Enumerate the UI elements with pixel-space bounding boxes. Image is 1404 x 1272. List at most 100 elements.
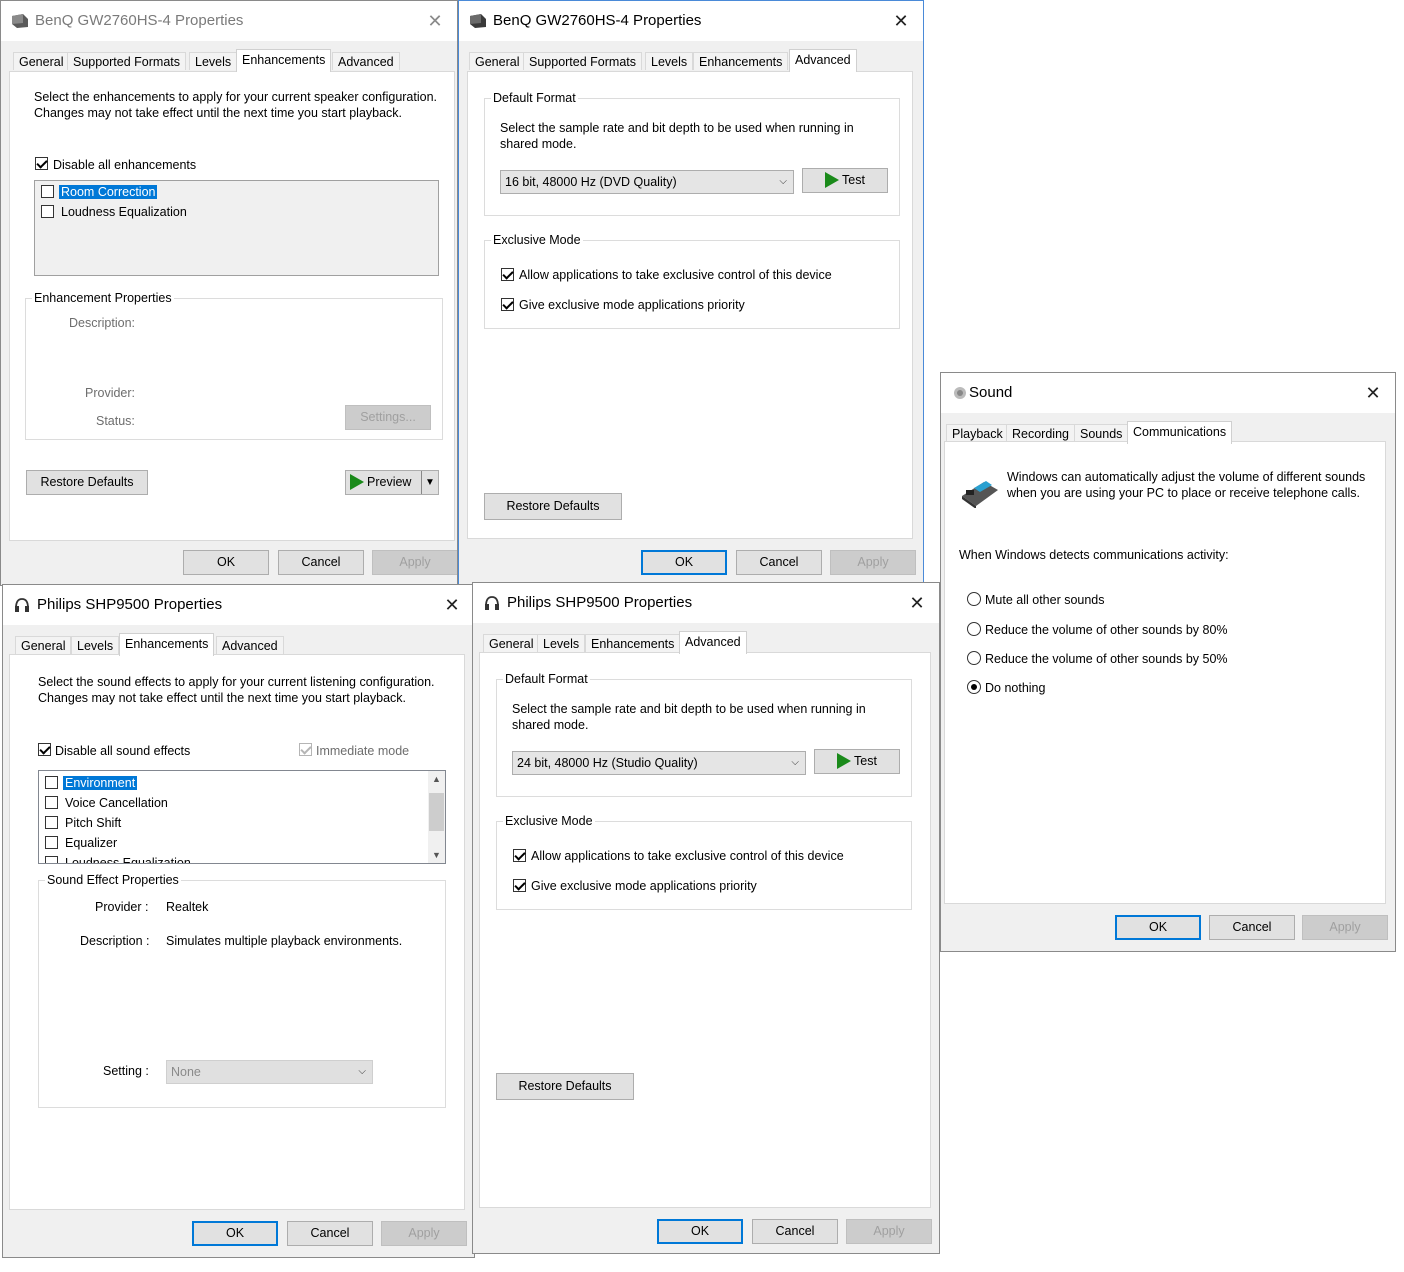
list-scrollbar[interactable]: ▲ ▼	[428, 771, 445, 863]
priority-label[interactable]: Give exclusive mode applications priorit…	[531, 878, 757, 894]
equalizer-checkbox[interactable]	[45, 836, 58, 849]
do-nothing-radio[interactable]	[967, 680, 981, 694]
tab-advanced[interactable]: Advanced	[332, 52, 400, 70]
list-item[interactable]: Loudness Equalization	[65, 855, 191, 863]
tab-levels[interactable]: Levels	[71, 636, 120, 654]
tab-general[interactable]: General	[13, 52, 70, 70]
list-item[interactable]: Environment	[63, 775, 138, 791]
setting-select[interactable]: None ⌵	[166, 1060, 373, 1084]
ok-button[interactable]: OK	[641, 550, 727, 575]
close-button[interactable]: ✕	[1359, 379, 1387, 407]
allow-exclusive-checkbox[interactable]	[501, 268, 514, 281]
effects-list[interactable]: Environment Voice Cancellation Pitch Shi…	[38, 770, 446, 864]
restore-defaults-button[interactable]: Restore Defaults	[484, 493, 622, 520]
cancel-button[interactable]: Cancel	[287, 1221, 373, 1246]
voice-cancellation-checkbox[interactable]	[45, 796, 58, 809]
tab-enhancements[interactable]: Enhancements	[236, 49, 332, 72]
apply-button[interactable]: Apply	[830, 550, 916, 575]
apply-button[interactable]: Apply	[846, 1219, 932, 1244]
tab-sounds[interactable]: Sounds	[1074, 424, 1129, 442]
scroll-down-icon[interactable]: ▼	[428, 850, 445, 860]
allow-exclusive-checkbox[interactable]	[513, 849, 526, 862]
allow-exclusive-label[interactable]: Allow applications to take exclusive con…	[519, 267, 832, 283]
cancel-button[interactable]: Cancel	[736, 550, 822, 575]
immediate-mode-label[interactable]: Immediate mode	[316, 743, 409, 759]
loudness-equalization-checkbox[interactable]	[41, 205, 54, 218]
title-bar[interactable]: Philips SHP9500 Properties ✕	[3, 585, 474, 625]
tab-enhancements[interactable]: Enhancements	[585, 634, 681, 652]
do-nothing-label[interactable]: Do nothing	[985, 680, 1045, 696]
dropdown-arrow-icon[interactable]: ▼	[421, 471, 438, 494]
disable-all-label[interactable]: Disable all enhancements	[53, 157, 196, 173]
room-correction-checkbox[interactable]	[41, 185, 54, 198]
test-button[interactable]: Test	[814, 749, 900, 774]
tab-advanced[interactable]: Advanced	[679, 631, 747, 654]
test-button[interactable]: Test	[802, 168, 888, 193]
restore-defaults-button[interactable]: Restore Defaults	[26, 470, 148, 495]
default-format-select[interactable]: 16 bit, 48000 Hz (DVD Quality) ⌵	[500, 170, 794, 194]
tab-levels[interactable]: Levels	[645, 52, 694, 70]
cancel-button[interactable]: Cancel	[1209, 915, 1295, 940]
mute-all-label[interactable]: Mute all other sounds	[985, 592, 1105, 608]
tab-enhancements[interactable]: Enhancements	[119, 633, 215, 656]
list-item[interactable]: Pitch Shift	[65, 815, 121, 831]
scroll-thumb[interactable]	[429, 793, 444, 831]
tab-general[interactable]: General	[15, 636, 72, 654]
apply-button[interactable]: Apply	[381, 1221, 467, 1246]
list-item[interactable]: Voice Cancellation	[65, 795, 168, 811]
apply-button[interactable]: Apply	[1302, 915, 1388, 940]
tab-advanced[interactable]: Advanced	[216, 636, 284, 654]
cancel-button[interactable]: Cancel	[278, 550, 364, 575]
scroll-up-icon[interactable]: ▲	[428, 774, 445, 784]
tab-general[interactable]: General	[469, 52, 526, 70]
tab-recording[interactable]: Recording	[1006, 424, 1075, 442]
close-button[interactable]: ✕	[887, 7, 915, 35]
disable-all-checkbox[interactable]	[38, 743, 51, 756]
tab-supported-formats[interactable]: Supported Formats	[523, 52, 642, 70]
close-button[interactable]: ✕	[421, 7, 449, 35]
ok-button[interactable]: OK	[1115, 915, 1201, 940]
default-format-select[interactable]: 24 bit, 48000 Hz (Studio Quality) ⌵	[512, 751, 806, 775]
tab-supported-formats[interactable]: Supported Formats	[67, 52, 186, 70]
enhancements-list[interactable]: Room Correction Loudness Equalization	[34, 180, 439, 276]
immediate-mode-checkbox[interactable]	[299, 743, 312, 756]
list-item[interactable]: Room Correction	[59, 184, 158, 200]
pitch-shift-checkbox[interactable]	[45, 816, 58, 829]
ok-button[interactable]: OK	[183, 550, 269, 575]
list-item[interactable]: Loudness Equalization	[61, 204, 187, 220]
disable-all-checkbox[interactable]	[35, 157, 48, 170]
cancel-button[interactable]: Cancel	[752, 1219, 838, 1244]
priority-label[interactable]: Give exclusive mode applications priorit…	[519, 297, 745, 313]
environment-checkbox[interactable]	[45, 776, 58, 789]
restore-defaults-button[interactable]: Restore Defaults	[496, 1073, 634, 1100]
allow-exclusive-label[interactable]: Allow applications to take exclusive con…	[531, 848, 844, 864]
tab-levels[interactable]: Levels	[189, 52, 238, 70]
ok-button[interactable]: OK	[192, 1221, 278, 1246]
close-button[interactable]: ✕	[903, 589, 931, 617]
title-bar[interactable]: Philips SHP9500 Properties ✕	[473, 583, 939, 623]
apply-button[interactable]: Apply	[372, 550, 457, 575]
tab-advanced[interactable]: Advanced	[789, 49, 857, 72]
preview-button[interactable]: Preview ▼	[345, 470, 439, 495]
title-bar[interactable]: BenQ GW2760HS-4 Properties ✕	[459, 1, 923, 41]
tab-general[interactable]: General	[483, 634, 540, 652]
reduce-80-radio[interactable]	[967, 622, 981, 636]
tab-playback[interactable]: Playback	[946, 424, 1009, 442]
ok-button[interactable]: OK	[657, 1219, 743, 1244]
reduce-80-label[interactable]: Reduce the volume of other sounds by 80%	[985, 622, 1228, 638]
tab-communications[interactable]: Communications	[1127, 421, 1233, 444]
tab-enhancements[interactable]: Enhancements	[693, 52, 789, 70]
reduce-50-label[interactable]: Reduce the volume of other sounds by 50%	[985, 651, 1228, 667]
close-button[interactable]: ✕	[438, 591, 466, 619]
tab-levels[interactable]: Levels	[537, 634, 586, 652]
disable-all-label[interactable]: Disable all sound effects	[55, 743, 190, 759]
settings-button[interactable]: Settings...	[345, 405, 431, 430]
loudness-equalization-checkbox[interactable]	[45, 856, 58, 863]
priority-checkbox[interactable]	[501, 298, 514, 311]
reduce-50-radio[interactable]	[967, 651, 981, 665]
list-item[interactable]: Equalizer	[65, 835, 117, 851]
mute-all-radio[interactable]	[967, 592, 981, 606]
priority-checkbox[interactable]	[513, 879, 526, 892]
title-bar[interactable]: Sound ✕	[941, 373, 1395, 413]
title-bar[interactable]: BenQ GW2760HS-4 Properties ✕	[1, 1, 457, 41]
